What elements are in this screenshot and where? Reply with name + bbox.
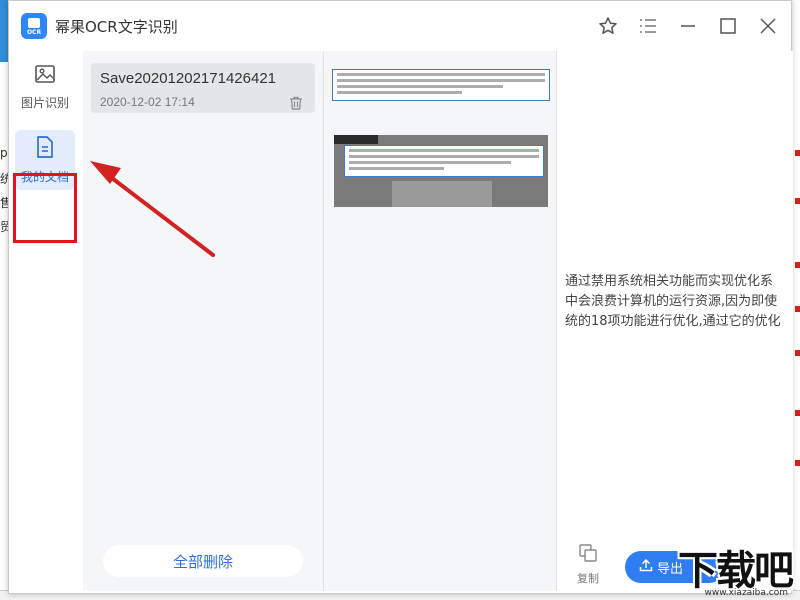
maximize-icon[interactable]: [715, 13, 741, 39]
document-icon: [34, 135, 56, 162]
annotation-highlight-box: [13, 173, 77, 243]
page-thumbnails-panel: [323, 51, 557, 591]
copy-icon: [578, 543, 598, 566]
title-bar: OCR 幂果OCR文字识别: [9, 1, 791, 51]
trash-icon[interactable]: [289, 95, 303, 114]
recognized-text-line: 统的18项功能进行优化,通过它的优化: [565, 314, 781, 329]
document-date: 2020-12-02 17:14: [100, 95, 195, 109]
app-window: OCR 幂果OCR文字识别 图片识别 我的文档 Save202012021714…: [8, 0, 793, 594]
app-logo-icon: OCR: [21, 13, 47, 39]
copy-label: 复制: [577, 572, 599, 585]
recognition-result-panel: 通过禁用系统相关功能而实现优化系 中会浪费计算机的运行资源,因为即使 统的18项…: [557, 51, 793, 591]
delete-all-button[interactable]: 全部删除: [103, 545, 303, 577]
watermark-logo: 下载吧 www.xiazaiba.com: [652, 538, 794, 598]
recognized-text-line: 中会浪费计算机的运行资源,因为即使: [565, 294, 778, 309]
recognized-text[interactable]: 通过禁用系统相关功能而实现优化系 中会浪费计算机的运行资源,因为即使 统的18项…: [565, 272, 793, 332]
document-list-panel: Save20201202171426421 2020-12-02 17:14 全…: [83, 51, 323, 591]
page-thumbnail[interactable]: [332, 69, 550, 101]
minimize-icon[interactable]: [675, 13, 701, 39]
app-title: 幂果OCR文字识别: [55, 18, 178, 36]
sidebar: 图片识别 我的文档: [9, 51, 83, 593]
document-name: Save20201202171426421: [100, 70, 277, 87]
list-item[interactable]: Save20201202171426421 2020-12-02 17:14: [91, 63, 315, 113]
favorite-star-icon[interactable]: [595, 13, 621, 39]
page-thumbnail[interactable]: [334, 135, 548, 207]
sidebar-item-image-recognition[interactable]: 图片识别: [15, 57, 75, 117]
upload-icon: [639, 558, 653, 576]
background-char: p: [0, 146, 8, 160]
recognized-text-line: 通过禁用系统相关功能而实现优化系: [565, 274, 774, 289]
menu-icon[interactable]: [635, 13, 661, 39]
close-icon[interactable]: [755, 13, 781, 39]
sidebar-item-label: 图片识别: [20, 96, 69, 110]
watermark-url: www.xiazaiba.com: [704, 588, 788, 598]
copy-button[interactable]: 复制: [573, 543, 603, 586]
app-logo-text: OCR: [26, 29, 42, 36]
image-icon: [34, 63, 56, 88]
